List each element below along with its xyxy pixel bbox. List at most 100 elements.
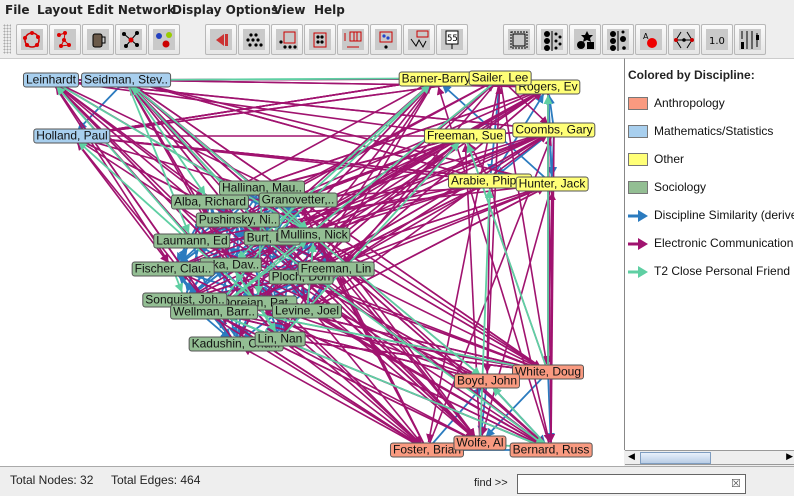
node-label[interactable]: Pushinsky, Ni..: [195, 212, 281, 228]
arrow-icon: [628, 265, 648, 278]
scroll-right-arrow-icon[interactable]: ▶: [786, 452, 793, 462]
horizontal-scrollbar[interactable]: ◀ ▶: [625, 450, 794, 465]
node-label[interactable]: Alba, Richard: [170, 194, 250, 210]
legend-label: Other: [654, 152, 685, 166]
edge-button[interactable]: [668, 24, 700, 55]
menu-file[interactable]: File: [5, 3, 30, 17]
scroll-thumb[interactable]: [640, 452, 711, 464]
clear-icon[interactable]: ☒: [731, 477, 741, 490]
menu-edit-network[interactable]: Edit Network: [87, 3, 175, 17]
node-label[interactable]: Leinhardt: [22, 72, 80, 88]
layout-panel-button[interactable]: [337, 24, 369, 55]
node-label[interactable]: Wellman, Barr..: [170, 304, 258, 320]
node-label[interactable]: Mullins, Nick: [277, 227, 351, 243]
circle-layout-icon: [23, 31, 40, 48]
scatter-nodes-button[interactable]: [238, 24, 270, 55]
subnetwork-icon: [410, 30, 429, 49]
legend-item: T2 Close Personal Friend: [628, 264, 790, 278]
node-label[interactable]: Coombs, Gary: [512, 122, 596, 138]
node-split-button[interactable]: [602, 24, 634, 55]
legend-item: Mathematics/Statistics: [628, 124, 774, 139]
status-bar: Total Nodes: 32 Total Edges: 464 find >>…: [0, 466, 794, 496]
bars-button[interactable]: [734, 24, 766, 55]
network-options-button[interactable]: [370, 24, 402, 55]
node-size-button[interactable]: [536, 24, 568, 55]
menu-display-options[interactable]: Display Options: [172, 3, 278, 17]
communication-edge: [71, 77, 429, 137]
legend-item: Anthropology: [628, 96, 725, 111]
node-label[interactable]: Holland, Paul: [33, 128, 111, 144]
menu-bar: File Layout Edit Network Display Options…: [0, 0, 794, 20]
node-label[interactable]: Wolfe, Al: [453, 435, 507, 451]
node-label[interactable]: Granovetter,..: [258, 192, 338, 208]
legend-label: Mathematics/Statistics: [654, 124, 774, 138]
menu-help[interactable]: Help: [314, 3, 345, 17]
node-label[interactable]: Bernard, Russ: [509, 442, 593, 458]
spring-layout-button[interactable]: [49, 24, 81, 55]
svg-text:A: A: [643, 32, 649, 41]
node-label[interactable]: Laumann, Ed: [153, 233, 231, 249]
cluster-color-icon: [156, 32, 172, 48]
legend-swatch: [628, 181, 648, 195]
sign-button[interactable]: 55: [436, 24, 468, 55]
node-label-icon: A: [643, 32, 657, 48]
rewind-button[interactable]: [205, 24, 237, 55]
node-label[interactable]: Barner-Barry: [398, 71, 474, 87]
network-highlight-button[interactable]: [115, 24, 147, 55]
select-region-icon: [279, 31, 297, 49]
cluster-color-button[interactable]: [148, 24, 180, 55]
legend-item: Sociology: [628, 180, 707, 195]
legend-item: Electronic Communication: [628, 236, 793, 250]
node-label[interactable]: Freeman, Sue: [423, 128, 507, 144]
node-label[interactable]: Hunter, Jack: [515, 176, 589, 192]
legend-label: Discipline Similarity (derived): [654, 208, 794, 222]
node-label[interactable]: Lin, Nan: [254, 331, 306, 347]
node-shape-icon: [577, 31, 594, 49]
total-edges: Total Edges: 464: [111, 473, 201, 487]
frame-button[interactable]: [503, 24, 535, 55]
menu-view[interactable]: View: [273, 3, 305, 17]
network-canvas[interactable]: Leinhardt Seidman, Stev.. Holland, Paul Bar…: [0, 58, 624, 466]
coffee-cup-button[interactable]: [82, 24, 114, 55]
arrow-icon: [628, 237, 648, 250]
network-options-icon: [379, 31, 393, 49]
scatter-nodes-icon: [246, 33, 263, 47]
legend-swatch: [628, 97, 648, 111]
network-highlight-icon: [122, 31, 139, 48]
communication-edge: [499, 77, 550, 365]
circle-layout-button[interactable]: [16, 24, 48, 55]
node-label-button[interactable]: A: [635, 24, 667, 55]
legend-label: Anthropology: [654, 96, 725, 110]
find-input[interactable]: [517, 474, 746, 494]
node-label[interactable]: Freeman, Lin: [297, 261, 375, 277]
node-label[interactable]: Seidman, Stev..: [81, 72, 171, 88]
legend-swatch: [628, 125, 648, 139]
node-label[interactable]: White, Doug: [511, 364, 585, 380]
arrow-icon: [628, 209, 648, 222]
node-shape-button[interactable]: [569, 24, 601, 55]
rewind-icon: [216, 34, 228, 46]
value-icon: 1.0: [709, 36, 725, 47]
scroll-left-arrow-icon[interactable]: ◀: [628, 452, 635, 462]
node-label[interactable]: Levine, Joel: [271, 303, 343, 319]
node-label[interactable]: Fischer, Clau..: [131, 261, 215, 277]
select-region-button[interactable]: [271, 24, 303, 55]
node-label[interactable]: Sailer, Lee: [468, 70, 532, 86]
value-button[interactable]: 1.0: [701, 24, 733, 55]
toolbar: 55 A 1.0: [0, 20, 794, 58]
communication-edge: [279, 338, 422, 446]
bars-icon: [741, 31, 759, 49]
node-box-button[interactable]: [304, 24, 336, 55]
subnetwork-button[interactable]: [403, 24, 435, 55]
legend-label: Sociology: [654, 180, 707, 194]
toolbar-grip[interactable]: [3, 24, 11, 54]
spring-layout-icon: [57, 31, 71, 48]
node-label[interactable]: Boyd, John: [453, 373, 521, 389]
node-box-icon: [313, 32, 327, 48]
legend-panel: Colored by Discipline: Anthropology Mathe…: [624, 58, 794, 450]
edge-icon: [674, 31, 694, 49]
legend-item: Other: [628, 152, 685, 167]
legend-swatch: [628, 153, 648, 167]
menu-layout[interactable]: Layout: [37, 3, 83, 17]
layout-panel-icon: [344, 31, 362, 48]
